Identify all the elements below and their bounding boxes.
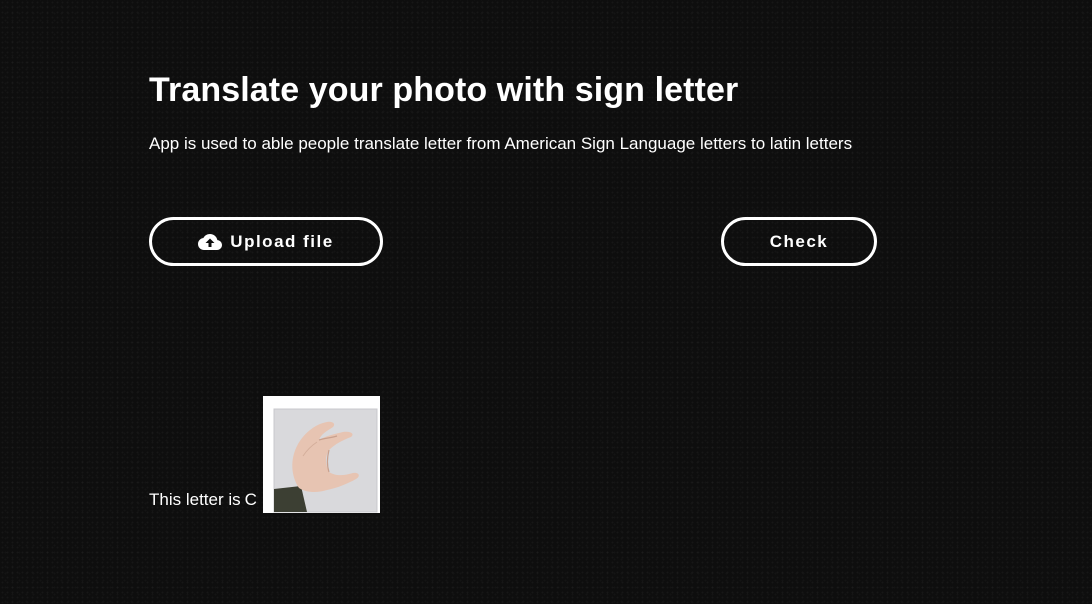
page-title: Translate your photo with sign letter: [149, 71, 739, 109]
page-description: App is used to able people translate let…: [149, 134, 853, 153]
upload-file-label: Upload file: [230, 231, 334, 251]
result-text: This letter is C: [149, 490, 257, 510]
upload-file-button[interactable]: Upload file: [149, 217, 383, 266]
result-letter: C: [244, 490, 257, 509]
check-button[interactable]: Check: [721, 217, 877, 266]
cloud-upload-icon: [198, 233, 223, 251]
sign-preview-image: [262, 396, 380, 513]
check-label: Check: [769, 231, 829, 251]
result-row: This letter is C: [149, 396, 380, 513]
result-prefix: This letter is: [149, 490, 241, 509]
